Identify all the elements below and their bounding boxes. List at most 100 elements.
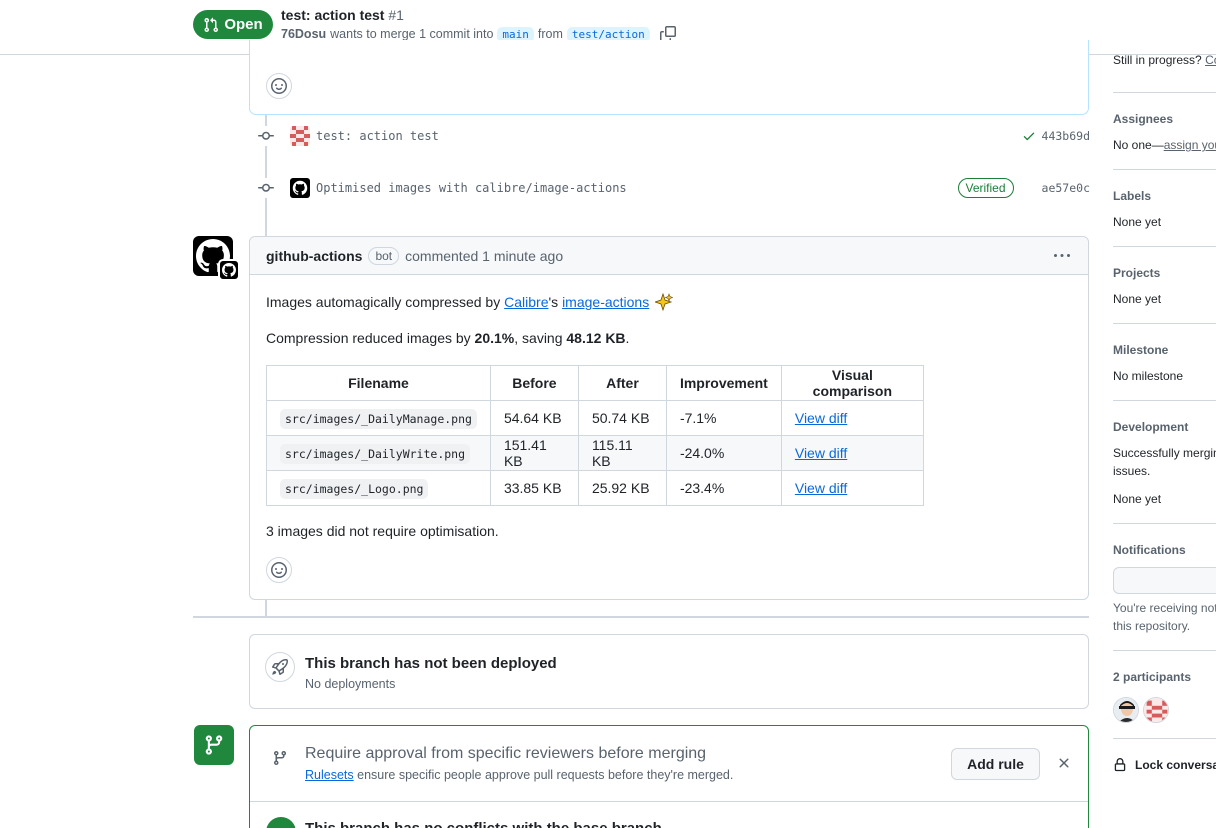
th-improvement: Improvement [665,365,782,401]
lock-conversation-button[interactable]: Lock conversat [1113,758,1216,772]
pr-author-link[interactable]: 76Dosu [281,27,326,41]
assignees-title[interactable]: Assignees [1113,112,1173,126]
image-actions-link[interactable]: image-actions [562,294,649,310]
comment-line-1: Images automagically compressed by Calib… [266,293,674,311]
notifications-title: Notifications [1113,543,1186,557]
comment-line-2-mid: , saving [514,330,563,346]
convert-to-draft-link[interactable]: Co [1205,53,1216,67]
sidebar-divider [1113,246,1216,247]
compression-percent: 20.1% [474,330,515,346]
commit-message-link[interactable]: test: action test [316,129,439,143]
participant-avatar[interactable] [1143,697,1169,723]
git-commit-icon [256,126,276,146]
deploy-subtitle: No deployments [305,677,396,691]
add-reaction-button[interactable] [266,73,292,99]
view-diff-link[interactable]: View diff [795,445,847,461]
notifications-text-2: this repository. [1113,619,1191,633]
close-icon[interactable] [1056,755,1072,771]
compression-table: Filename Before After Improvement Visual… [266,365,924,506]
cell-improvement: -7.1% [665,400,782,436]
sparkles-icon [655,293,674,311]
filename-code: src/images/_DailyWrite.png [280,444,471,464]
assign-yourself-link[interactable]: assign you [1164,138,1216,152]
sidebar-divider [1113,400,1216,401]
table-row: src/images/_DailyManage.png 54.64 KB 50.… [266,400,924,436]
github-bot-avatar-icon[interactable] [290,178,310,198]
sidebar-divider [1113,650,1216,651]
merge-rule-subtitle: Rulesets ensure specific people approve … [305,768,733,782]
notifications-button[interactable] [1113,567,1216,594]
add-rule-button[interactable]: Add rule [951,748,1040,780]
no-conflicts-title: This branch has no conflicts with the ba… [305,820,662,828]
th-after: After [577,365,667,401]
cell-visual: View diff [780,435,924,471]
cell-filename: src/images/_Logo.png [266,470,491,506]
git-commit-icon [256,178,276,198]
commit-sha-link[interactable]: ae57e0c [1042,181,1090,195]
deploy-title: This branch has not been deployed [305,655,557,672]
merge-rule-title: Require approval from specific reviewers… [305,745,707,762]
identicon-avatar-icon [1144,698,1168,722]
check-icon[interactable] [1022,129,1036,143]
pr-title-text: test: action test [281,7,385,23]
development-title[interactable]: Development [1113,420,1188,434]
development-value-3: None yet [1113,492,1162,506]
merge-divider [250,801,1088,802]
deployment-box: This branch has not been deployed No dep… [249,634,1089,709]
table-row: src/images/_Logo.png 33.85 KB 25.92 KB -… [266,470,924,506]
git-branch-icon [265,743,295,773]
commit-message-link[interactable]: Optimised images with calibre/image-acti… [316,181,627,195]
comment-line-1-prefix: Images automagically compressed by [266,294,501,310]
notifications-text-1: You're receiving not [1113,601,1216,615]
comment-footer-text: 3 images did not require optimisation. [266,523,499,539]
pr-state-badge: Open [193,10,273,39]
cell-before: 33.85 KB [489,470,579,506]
comment-line-2-end: . [625,330,630,346]
github-icon [222,263,236,277]
sidebar-divider [1113,323,1216,324]
comment-header: github-actions bot commented 1 minute ag… [250,237,1088,275]
user-avatar-icon[interactable] [290,126,310,146]
labels-title[interactable]: Labels [1113,189,1151,203]
milestone-value: No milestone [1113,369,1184,383]
cell-before: 54.64 KB [489,400,579,436]
in-progress-label: Still in progress? [1113,53,1202,67]
verified-badge[interactable]: Verified [957,178,1014,198]
comment-author-link[interactable]: github-actions [266,248,362,264]
git-merge-icon [194,725,234,765]
rulesets-link[interactable]: Rulesets [305,768,354,782]
from-text: from [537,27,563,41]
view-diff-link[interactable]: View diff [795,410,847,426]
compression-saving: 48.12 KB [566,330,626,346]
sidebar-divider [1113,738,1216,739]
labels-value: None yet [1113,215,1162,229]
pr-title: test: action test #1 [281,7,404,23]
comment-line-2: Compression reduced images by 20.1%, sav… [266,330,629,346]
assignees-value-text: No one— [1113,138,1164,152]
calibre-link[interactable]: Calibre [504,294,548,310]
commit-row: test: action test 443b69d [256,123,1090,149]
timeline-line [265,600,267,616]
milestone-title[interactable]: Milestone [1113,343,1168,357]
sidebar-divider [1113,169,1216,170]
view-diff-link[interactable]: View diff [795,480,847,496]
comment-meta[interactable]: commented 1 minute ago [405,248,563,264]
lock-conversation-label: Lock conversat [1135,758,1216,772]
kebab-horizontal-icon[interactable] [1052,248,1072,264]
cell-after: 115.11 KB [577,435,667,471]
git-pull-request-icon [204,17,219,32]
projects-title[interactable]: Projects [1113,266,1160,280]
timeline-separator [193,616,1089,618]
commit-sha-link[interactable]: 443b69d [1042,129,1090,143]
sidebar: Still in progress? Co Assignees No one—a… [1113,0,1216,828]
th-before: Before [489,365,579,401]
cell-improvement: -24.0% [665,435,782,471]
rocket-icon [265,652,295,682]
person-avatar-icon [1114,698,1138,722]
add-reaction-button[interactable] [266,557,292,583]
bot-badge: bot [368,246,400,265]
cell-before: 151.41 KB [489,435,579,471]
th-filename: Filename [266,365,491,401]
comment-line-1-mid: 's [548,294,559,310]
participant-avatar[interactable] [1113,697,1139,723]
